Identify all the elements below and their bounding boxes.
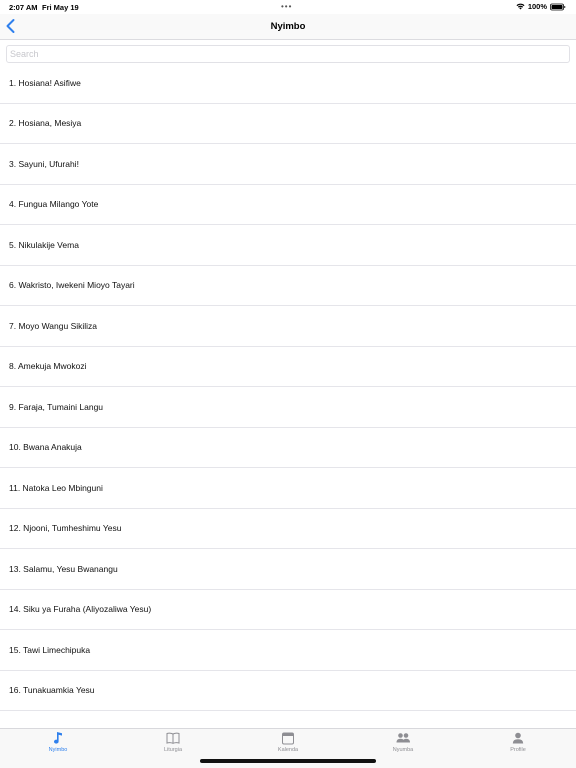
list-item[interactable]: 8. Amekuja Mwokozi (0, 347, 576, 387)
list-item[interactable]: 10. Bwana Anakuja (0, 428, 576, 468)
tab-label: Profile (510, 747, 526, 753)
person-icon (512, 732, 524, 744)
tab-label: Nyumba (392, 747, 414, 753)
list-item[interactable]: 5. Nikulakije Vema (0, 225, 576, 266)
tab-bar: Nyimbo Liturgia Kalenda Nyumba Profile (0, 728, 576, 768)
list-item[interactable]: 17. Tukuimbe ... (0, 711, 576, 728)
status-bar: 2:07 AM Fri May 19 ••• 100% (0, 0, 576, 14)
tab-profile[interactable]: Profile (488, 731, 548, 759)
list-item[interactable]: 2. Hosiana, Mesiya (0, 104, 576, 144)
status-time: 2:07 AM (9, 3, 38, 12)
home-indicator[interactable] (200, 759, 376, 763)
music-note-icon (54, 732, 62, 744)
battery-icon (550, 3, 566, 10)
list-item[interactable]: 3. Sayuni, Ufurahi! (0, 144, 576, 185)
list-item[interactable]: 15. Tawi Limechipuka (0, 630, 576, 671)
song-list: 1. Hosiana! Asifiwe 2. Hosiana, Mesiya 3… (0, 63, 576, 728)
tab-liturgia[interactable]: Liturgia (143, 731, 203, 759)
people-icon (396, 733, 410, 743)
list-item[interactable]: 1. Hosiana! Asifiwe (0, 63, 576, 104)
navigation-bar: Nyimbo (0, 14, 576, 40)
list-item[interactable]: 6. Wakristo, Iwekeni Mioyo Tayari (0, 266, 576, 306)
list-item[interactable]: 13. Salamu, Yesu Bwanangu (0, 549, 576, 590)
battery-percent: 100% (527, 2, 547, 11)
status-right: 100% (516, 2, 566, 11)
list-item[interactable]: 14. Siku ya Furaha (Aliyozaliwa Yesu) (0, 590, 576, 630)
list-item[interactable]: 12. Njooni, Tumheshimu Yesu (0, 509, 576, 549)
list-item[interactable]: 9. Faraja, Tumaini Langu (0, 387, 576, 428)
wifi-icon (516, 3, 525, 10)
list-item[interactable]: 16. Tunakuamkia Yesu (0, 671, 576, 711)
tab-nyumba[interactable]: Nyumba (373, 731, 433, 759)
status-date: Fri May 19 (42, 3, 79, 12)
search-input[interactable] (6, 45, 570, 63)
tab-label: Kalenda (277, 747, 299, 753)
list-item[interactable]: 7. Moyo Wangu Sikiliza (0, 306, 576, 347)
calendar-icon (282, 732, 294, 745)
list-item[interactable]: 4. Fungua Milango Yote (0, 185, 576, 225)
book-icon (166, 732, 180, 744)
page-title: Nyimbo (270, 21, 306, 32)
tab-nyimbo[interactable]: Nyimbo (28, 731, 88, 759)
tab-label: Liturgia (163, 747, 183, 753)
multitasking-dots[interactable]: ••• (281, 2, 292, 11)
tab-label: Nyimbo (48, 747, 68, 753)
tab-kalenda[interactable]: Kalenda (258, 731, 318, 759)
list-item[interactable]: 11. Natoka Leo Mbinguni (0, 468, 576, 509)
